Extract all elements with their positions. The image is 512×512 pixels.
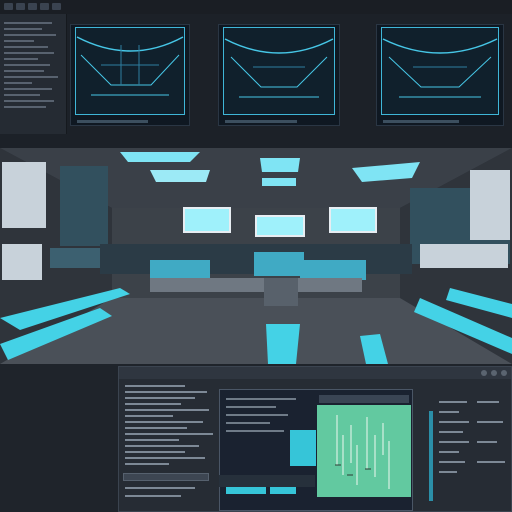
top-toolbar: [0, 0, 512, 14]
property-line: [439, 421, 469, 423]
hero-render-view: [0, 148, 512, 364]
property-line: [439, 401, 467, 403]
panel-line: [4, 22, 52, 24]
outline-line: [125, 427, 187, 429]
outline-line: [125, 421, 203, 423]
property-line: [439, 411, 459, 413]
viewport-line: [226, 414, 288, 416]
highlight-block: [226, 486, 266, 494]
editor-footer: [219, 475, 315, 487]
panel-line: [4, 28, 42, 30]
panel-line: [4, 52, 54, 54]
panel-line: [4, 106, 46, 108]
panel-line: [4, 64, 50, 66]
property-line: [439, 461, 465, 463]
editor-window: [118, 366, 512, 512]
property-line: [439, 471, 457, 473]
outline-line: [125, 439, 179, 441]
redo-icon[interactable]: [52, 3, 61, 10]
panel-line: [4, 34, 56, 36]
option-button[interactable]: [123, 473, 209, 481]
viewport-line: [226, 422, 270, 424]
panel-line: [4, 58, 38, 60]
panel-line: [4, 46, 48, 48]
thumbnail-art: [382, 38, 498, 98]
panel-line: [4, 100, 54, 102]
panel-line: [4, 40, 34, 42]
thumbnail-caption: [77, 120, 148, 123]
thumbnail-1[interactable]: [70, 24, 190, 126]
viewport-line: [226, 398, 296, 400]
highlight-block: [290, 430, 316, 466]
panel-line: [4, 76, 58, 78]
outline-line: [125, 457, 205, 459]
graph-plot: [335, 415, 390, 489]
thumbnail-2[interactable]: [218, 24, 340, 126]
highlight-block: [270, 486, 296, 494]
properties-panel: [429, 381, 511, 509]
viewport-line: [226, 430, 284, 432]
outline-line: [125, 433, 213, 435]
thumbnail-caption: [225, 120, 297, 123]
outline-line: [125, 403, 181, 405]
thumbnail-art: [224, 38, 334, 98]
panel-line: [4, 70, 44, 72]
outline-line: [125, 409, 209, 411]
outline-line: [125, 445, 199, 447]
editor-titlebar: [119, 367, 511, 379]
save-icon[interactable]: [28, 3, 37, 10]
close-icon[interactable]: [501, 370, 507, 376]
property-value: [477, 441, 497, 443]
panel-line: [4, 88, 52, 90]
outline-line: [125, 495, 181, 497]
thumbnail-art: [76, 36, 184, 96]
panel-line: [4, 82, 32, 84]
outline-line: [125, 397, 195, 399]
folder-icon[interactable]: [16, 3, 25, 10]
property-line: [439, 431, 463, 433]
editor-left-panel: [121, 381, 217, 509]
graph-panel[interactable]: [317, 405, 411, 497]
outline-line: [125, 415, 173, 417]
left-panel: [0, 14, 67, 134]
menu-icon[interactable]: [4, 3, 13, 10]
outline-line: [125, 391, 207, 393]
property-line: [439, 451, 459, 453]
property-value: [477, 421, 503, 423]
property-value: [477, 401, 499, 403]
undo-icon[interactable]: [40, 3, 49, 10]
outline-line: [125, 451, 185, 453]
outline-line: [125, 463, 169, 465]
panel-line: [4, 94, 40, 96]
minimize-icon[interactable]: [481, 370, 487, 376]
control-room-render: [0, 148, 512, 364]
viewport-line: [226, 406, 276, 408]
scrollbar[interactable]: [429, 411, 433, 501]
outline-line: [125, 385, 185, 387]
graph-header: [319, 395, 409, 403]
panel-status-text: [3, 122, 63, 131]
property-value: [477, 461, 505, 463]
maximize-icon[interactable]: [491, 370, 497, 376]
outline-line: [125, 487, 195, 489]
property-line: [439, 441, 469, 443]
thumbnail-caption: [383, 120, 459, 123]
thumbnail-3[interactable]: [376, 24, 504, 126]
